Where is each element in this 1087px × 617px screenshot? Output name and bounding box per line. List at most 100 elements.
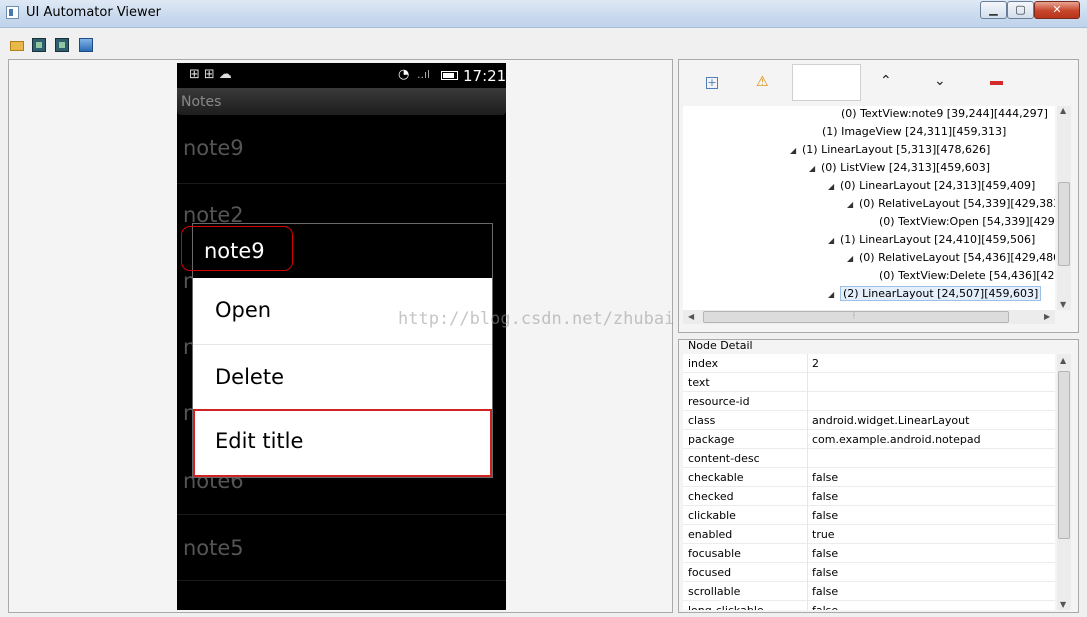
previous-result-button[interactable]: ⌃ (880, 73, 892, 89)
screenshot-compressed-icon[interactable] (55, 38, 69, 52)
detail-row[interactable]: checkable false (683, 468, 1055, 487)
search-input[interactable] (792, 64, 861, 101)
detail-key: enabled (688, 528, 733, 541)
expand-arrow-icon[interactable]: ◢ (847, 254, 859, 263)
tree-row[interactable]: ◢ (0) RelativeLayout [54,436][429,480] (847, 251, 1055, 269)
tree-row-label: (1) ImageView [24,311][459,313] (822, 125, 1007, 138)
screenshot-icon[interactable] (32, 38, 46, 52)
tree-row-label: (0) TextView:Delete [54,436][429,4 (879, 269, 1055, 282)
scroll-grip-icon: ⦙ (853, 311, 855, 320)
detail-row[interactable]: scrollable false (683, 582, 1055, 601)
tree-row[interactable]: (0) TextView:note9 [39,244][444,297] (829, 107, 1048, 125)
tree-row[interactable]: ◢ (0) RelativeLayout [54,339][429,383] (847, 197, 1055, 215)
tree-row[interactable]: (1) ImageView [24,311][459,313] (810, 125, 1006, 143)
watermark: http://blog.csdn.net/zhubai (398, 309, 675, 329)
menu-item-label: Open (215, 298, 272, 322)
tree-row[interactable]: ◢ (1) LinearLayout [5,313][478,626] (790, 143, 990, 161)
detail-key: package (688, 433, 735, 446)
open-icon[interactable] (10, 38, 24, 52)
detail-value: android.widget.LinearLayout (812, 414, 970, 427)
tree-row-selected[interactable]: ◢ (2) LinearLayout [24,507][459,603] (828, 286, 1042, 305)
tree-row-label: (1) LinearLayout [5,313][478,626] (802, 143, 991, 156)
dialog-title: note9 (204, 239, 265, 263)
tree-horizontal-scroll-thumb[interactable] (703, 311, 1009, 323)
detail-key: focusable (688, 547, 741, 560)
divider (177, 580, 506, 581)
tree-row[interactable]: ◢ (0) ListView [24,313][459,603] (809, 161, 990, 179)
detail-value: com.example.android.notepad (812, 433, 981, 446)
tree-row-label: (2) LinearLayout [24,507][459,603] (840, 286, 1042, 301)
wifi-icon: ◔ (398, 67, 410, 82)
detail-value: false (812, 490, 839, 503)
detail-row[interactable]: enabled true (683, 525, 1055, 544)
detail-value: false (812, 585, 839, 598)
tree-vertical-scroll-thumb[interactable] (1058, 182, 1070, 266)
hierarchy-tree: (0) TextView:note9 [39,244][444,297] (1)… (683, 106, 1055, 310)
detail-row[interactable]: long-clickable false (683, 601, 1055, 610)
app-title-bar: Notes (177, 88, 506, 115)
expand-arrow-icon[interactable]: ◢ (790, 146, 802, 155)
detail-row[interactable]: checked false (683, 487, 1055, 506)
minimize-button[interactable]: ▁ (980, 1, 1007, 19)
tree-row-label: (0) RelativeLayout [54,436][429,480] (859, 251, 1055, 264)
expand-arrow-icon[interactable]: ◢ (847, 200, 859, 209)
battery-icon (441, 71, 458, 80)
detail-vertical-scroll-thumb[interactable] (1058, 371, 1070, 539)
detail-row[interactable]: clickable false (683, 506, 1055, 525)
next-result-button[interactable]: ⌄ (934, 73, 946, 89)
scroll-up-arrow-icon[interactable]: ▲ (1060, 356, 1066, 365)
menu-item-label: Edit title (215, 429, 304, 453)
note-item[interactable]: note5 (183, 536, 244, 560)
detail-key: clickable (688, 509, 736, 522)
tree-row[interactable]: (0) TextView:Delete [54,436][429,4 (867, 269, 1055, 287)
detail-key: resource-id (688, 395, 750, 408)
menu-item-delete[interactable]: Delete (193, 345, 492, 411)
save-icon[interactable] (79, 38, 93, 52)
menu-item-edit-title[interactable]: Edit title (193, 409, 492, 477)
remove-icon[interactable] (990, 81, 1003, 85)
scroll-up-arrow-icon[interactable]: ▲ (1060, 106, 1066, 115)
expand-arrow-icon[interactable]: ◢ (828, 182, 840, 191)
expand-arrow-icon[interactable]: ◢ (809, 164, 821, 173)
expand-arrow-icon[interactable]: ◢ (828, 236, 840, 245)
tree-row[interactable]: (0) TextView:Open [54,339][429,38 (867, 215, 1055, 233)
status-bar: ⊞⊞☁ ◔ ..ıl 17:21 (177, 63, 506, 88)
tree-row-label: (0) TextView:note9 [39,244][444,297] (841, 107, 1048, 120)
warning-icon[interactable]: ⚠ (756, 74, 769, 90)
tree-row[interactable]: ◢ (0) LinearLayout [24,313][459,409] (828, 179, 1035, 197)
maximize-button[interactable]: ▢ (1007, 1, 1034, 19)
detail-value: false (812, 547, 839, 560)
detail-value: 2 (812, 357, 819, 370)
app-icon (6, 6, 19, 19)
node-detail-table: index 2 text resource-id class android.wid… (683, 354, 1055, 610)
divider (177, 183, 506, 184)
detail-row[interactable]: package com.example.android.notepad (683, 430, 1055, 449)
close-button[interactable]: ✕ (1034, 1, 1080, 19)
detail-row[interactable]: focusable false (683, 544, 1055, 563)
detail-row[interactable]: focused false (683, 563, 1055, 582)
scroll-left-arrow-icon[interactable]: ◀ (688, 312, 694, 321)
note-item[interactable]: note9 (183, 136, 244, 160)
expand-all-icon[interactable]: + (706, 77, 718, 89)
notification-icons: ⊞⊞☁ (189, 67, 236, 82)
detail-row[interactable]: class android.widget.LinearLayout (683, 411, 1055, 430)
tree-row-label: (0) ListView [24,313][459,603] (821, 161, 991, 174)
tree-row[interactable]: ◢ (1) LinearLayout [24,410][459,506] (828, 233, 1035, 251)
detail-key: text (688, 376, 710, 389)
detail-row[interactable]: resource-id (683, 392, 1055, 411)
window-title: UI Automator Viewer (26, 5, 162, 20)
tree-row-label: (0) LinearLayout [24,313][459,409] (840, 179, 1036, 192)
context-menu-dialog: note9 Open Delete Edit title (181, 223, 493, 478)
scroll-right-arrow-icon[interactable]: ▶ (1044, 312, 1050, 321)
detail-key: checkable (688, 471, 744, 484)
detail-row[interactable]: text (683, 373, 1055, 392)
detail-key: checked (688, 490, 734, 503)
detail-row[interactable]: index 2 (683, 354, 1055, 373)
scroll-down-arrow-icon[interactable]: ▼ (1060, 300, 1066, 309)
menu-item-label: Delete (215, 365, 284, 389)
expand-arrow-icon[interactable]: ◢ (828, 290, 840, 299)
scroll-down-arrow-icon[interactable]: ▼ (1060, 600, 1066, 609)
node-detail-legend: Node Detail (688, 339, 753, 352)
detail-key: index (688, 357, 719, 370)
detail-row[interactable]: content-desc (683, 449, 1055, 468)
